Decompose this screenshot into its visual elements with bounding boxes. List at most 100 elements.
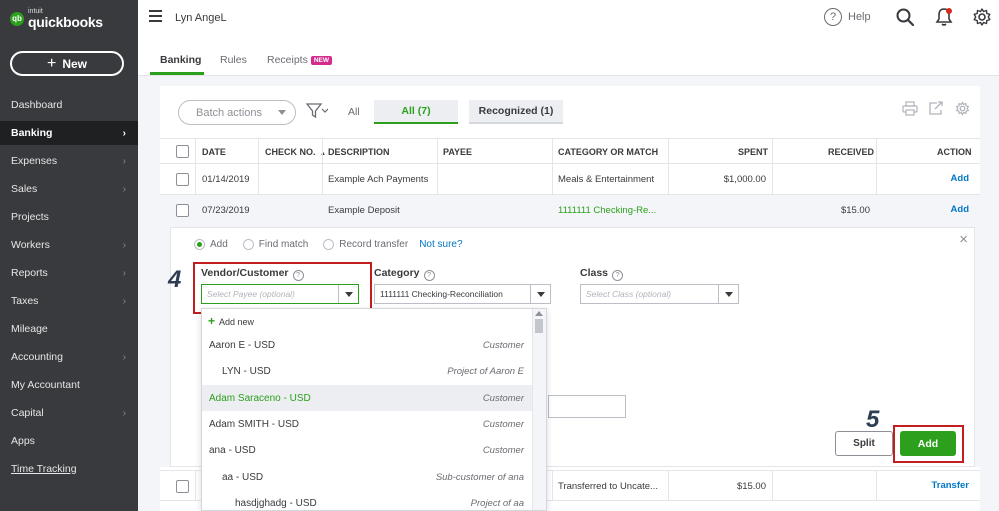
not-sure-link[interactable]: Not sure? <box>419 239 462 250</box>
chevron-right-icon: › <box>122 127 126 139</box>
payee-option-type: Customer <box>482 392 524 404</box>
payee-option[interactable]: aa - USD Sub-customer of ana <box>202 464 532 490</box>
row-add-link[interactable]: Add <box>951 173 969 184</box>
match-type-radios: Add Find match Record transfer Not sure? <box>194 239 463 250</box>
sidebar-item-my-accountant[interactable]: My Accountant <box>0 373 138 397</box>
help-button[interactable]: ? Help <box>824 8 871 26</box>
header-received[interactable]: RECEIVED <box>828 147 874 157</box>
info-icon[interactable]: ? <box>423 270 435 281</box>
header-check-no[interactable]: CHECK NO. ▲ <box>265 147 326 157</box>
row-category: Transferred to Uncate... <box>558 481 658 492</box>
table-settings-gear-icon[interactable] <box>955 101 970 116</box>
header-category[interactable]: CATEGORY OR MATCH <box>558 147 658 157</box>
payee-option[interactable]: Aaron E - USD Customer <box>202 332 532 358</box>
header-date[interactable]: DATE <box>202 147 226 157</box>
segment-all[interactable]: All (7) <box>374 100 458 124</box>
split-button[interactable]: Split <box>835 431 893 456</box>
table-row-expanded[interactable]: 07/23/2019 Example Deposit 1111111 Check… <box>160 195 980 227</box>
scroll-up-icon[interactable] <box>535 311 543 316</box>
payee-option-name: hasdjghadg - USD <box>235 497 317 509</box>
sidebar-item-capital[interactable]: Capital › <box>0 401 138 425</box>
highlight-add-box <box>893 425 964 463</box>
add-new-option[interactable]: + Add new <box>208 314 254 328</box>
close-icon[interactable]: × <box>959 231 968 248</box>
radio-add[interactable] <box>194 239 205 250</box>
sidebar-item-label: Dashboard <box>11 99 63 111</box>
header-spent[interactable]: SPENT <box>738 147 768 157</box>
table-row[interactable]: 01/14/2019 Example Ach Payments Meals & … <box>160 164 980 195</box>
sidebar-item-banking[interactable]: Banking › <box>0 121 138 145</box>
payee-option[interactable]: ana - USD Customer <box>202 437 532 463</box>
row-transfer-link[interactable]: Transfer <box>932 480 970 491</box>
sidebar-item-label: Workers <box>11 239 50 251</box>
print-icon[interactable] <box>902 101 918 116</box>
tab-rules[interactable]: Rules <box>220 54 247 66</box>
dropdown-scrollbar[interactable] <box>532 309 546 510</box>
filter-all-label: All <box>348 106 360 118</box>
row-category: 1111111 Checking-Re... <box>558 205 657 216</box>
payee-option-type: Project of aa <box>470 497 524 509</box>
sidebar-item-mileage[interactable]: Mileage <box>0 317 138 341</box>
sidebar-item-sales[interactable]: Sales › <box>0 177 138 201</box>
export-icon[interactable] <box>928 101 944 116</box>
info-icon[interactable]: ? <box>612 270 624 281</box>
sidebar-item-projects[interactable]: Projects <box>0 205 138 229</box>
category-select[interactable]: 1111111 Checking-Reconciliation <box>374 284 551 304</box>
header-payee[interactable]: PAYEE <box>443 147 472 157</box>
sidebar-item-expenses[interactable]: Expenses › <box>0 149 138 173</box>
chevron-down-icon[interactable] <box>530 285 550 303</box>
payee-option-name: ana - USD <box>209 445 256 457</box>
new-button[interactable]: + New <box>10 51 124 76</box>
sidebar-item-accounting[interactable]: Accounting › <box>0 345 138 369</box>
radio-record-transfer[interactable] <box>323 239 335 250</box>
tab-banking[interactable]: Banking <box>160 54 201 66</box>
hamburger-menu-icon[interactable] <box>149 10 162 22</box>
row-description: Example Ach Payments <box>328 174 429 185</box>
batch-actions-button[interactable]: Batch actions <box>178 100 296 125</box>
chevron-down-icon[interactable] <box>718 285 738 303</box>
chevron-right-icon: › <box>122 407 126 419</box>
sidebar-item-label: Mileage <box>11 323 48 335</box>
sidebar-item-taxes[interactable]: Taxes › <box>0 289 138 313</box>
sidebar-item-workers[interactable]: Workers › <box>0 233 138 257</box>
payee-option-name: LYN - USD <box>222 366 271 378</box>
row-date: 07/23/2019 <box>202 205 250 216</box>
payee-option-type: Customer <box>482 418 524 430</box>
notification-bell-icon[interactable] <box>935 7 953 27</box>
segment-recognized[interactable]: Recognized (1) <box>469 100 563 124</box>
radio-record-transfer-label: Record transfer <box>339 239 409 250</box>
row-checkbox[interactable] <box>176 480 189 493</box>
tab-receipts[interactable]: Receipts NEW <box>267 54 333 66</box>
payee-option[interactable]: Adam Saraceno - USD Customer <box>202 384 532 411</box>
sidebar-item-apps[interactable]: Apps <box>0 429 138 453</box>
row-add-link[interactable]: Add <box>951 204 969 215</box>
sidebar-item-dashboard[interactable]: Dashboard <box>0 93 138 117</box>
row-description: Example Deposit <box>328 205 400 216</box>
sidebar-item-label: Time Tracking <box>11 463 77 475</box>
class-select[interactable]: Select Class (optional) <box>580 284 739 304</box>
select-all-checkbox[interactable] <box>176 145 189 158</box>
search-icon[interactable] <box>896 8 915 27</box>
header-description[interactable]: DESCRIPTION <box>328 147 390 157</box>
scroll-thumb[interactable] <box>535 319 543 333</box>
sidebar-item-time-tracking[interactable]: Time Tracking <box>0 457 138 481</box>
payee-option[interactable]: hasdjghadg - USD Project of aa <box>202 490 532 510</box>
row-checkbox[interactable] <box>176 173 189 186</box>
memo-input[interactable] <box>548 395 626 418</box>
class-placeholder: Select Class (optional) <box>586 289 672 299</box>
row-checkbox[interactable] <box>176 204 189 217</box>
settings-gear-icon[interactable] <box>972 7 992 27</box>
radio-find-match-label: Find match <box>258 239 309 250</box>
payee-option[interactable]: Adam SMITH - USD Customer <box>202 411 532 437</box>
radio-find-match[interactable] <box>242 239 254 250</box>
sidebar-item-reports[interactable]: Reports › <box>0 261 138 285</box>
sort-asc-icon: ▲ <box>320 151 326 157</box>
help-label: Help <box>848 11 871 23</box>
chevron-down-icon <box>278 110 286 115</box>
sidebar-item-label: Taxes <box>11 295 39 307</box>
payee-option[interactable]: LYN - USD Project of Aaron E <box>202 358 532 384</box>
quickbooks-logo[interactable]: qb intuit quickbooks <box>10 8 103 29</box>
chevron-right-icon: › <box>122 351 126 363</box>
banking-tabs: Banking Rules Receipts NEW <box>138 40 999 76</box>
filter-icon[interactable] <box>306 103 328 119</box>
